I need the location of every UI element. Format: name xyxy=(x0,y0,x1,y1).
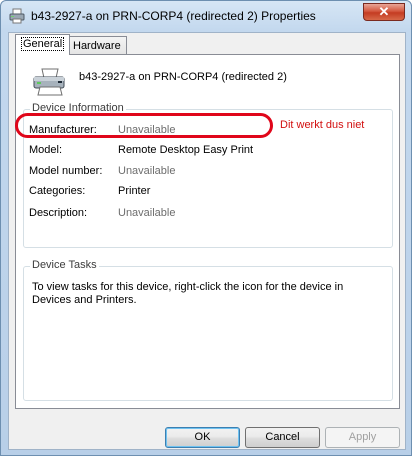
description-value: Unavailable xyxy=(118,207,176,219)
model-value: Remote Desktop Easy Print xyxy=(118,144,254,156)
device-tasks-group: Device Tasks To view tasks for this devi… xyxy=(23,259,393,401)
tab-hardware[interactable]: Hardware xyxy=(67,36,127,56)
close-button[interactable]: ✕ xyxy=(363,3,405,21)
properties-window: b43-2927-a on PRN-CORP4 (redirected 2) P… xyxy=(0,0,412,456)
model-number-value: Unavailable xyxy=(118,165,176,177)
dialog-body: General Hardware b43-2927-a on PRN-CORP4… xyxy=(8,32,406,450)
categories-label: Categories: xyxy=(29,185,86,197)
description-label: Description: xyxy=(29,207,88,219)
tab-general-label: General xyxy=(21,37,65,51)
device-tasks-legend: Device Tasks xyxy=(30,259,99,271)
apply-button: Apply xyxy=(325,427,400,448)
general-tab-panel: b43-2927-a on PRN-CORP4 (redirected 2) D… xyxy=(15,54,400,409)
cancel-button[interactable]: Cancel xyxy=(245,427,320,448)
model-label: Model: xyxy=(29,144,63,156)
title-bar[interactable]: b43-2927-a on PRN-CORP4 (redirected 2) P… xyxy=(1,1,411,31)
categories-value: Printer xyxy=(118,185,151,197)
tab-general[interactable]: General xyxy=(15,34,71,55)
printer-icon xyxy=(9,8,25,24)
window-title: b43-2927-a on PRN-CORP4 (redirected 2) P… xyxy=(31,9,316,23)
device-tasks-text: To view tasks for this device, right-cli… xyxy=(32,281,344,306)
model-number-label: Model number: xyxy=(29,165,103,177)
tab-hardware-label: Hardware xyxy=(73,40,121,52)
annotation-text: Dit werkt dus niet xyxy=(280,119,365,131)
model-highlight-oval xyxy=(15,113,273,138)
printer-icon xyxy=(33,68,65,96)
device-name: b43-2927-a on PRN-CORP4 (redirected 2) xyxy=(79,71,287,83)
ok-button[interactable]: OK xyxy=(165,427,240,448)
